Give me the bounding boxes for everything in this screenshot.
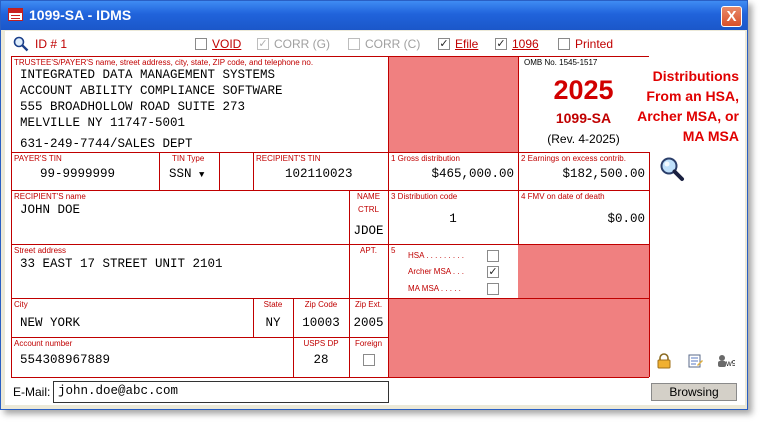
corr-c-checkbox [348, 38, 360, 50]
street-label: Street address [14, 246, 67, 255]
email-input[interactable]: john.doe@abc.com [53, 381, 389, 403]
account-label: Account number [14, 339, 73, 348]
box4-fmv-death[interactable]: $0.00 [518, 212, 645, 226]
box2-earnings-excess[interactable]: $182,500.00 [518, 167, 645, 181]
shaded-area-bottom [388, 298, 649, 377]
efile-label: Efile [455, 37, 479, 51]
form-1096-label: 1096 [512, 37, 539, 51]
close-button[interactable]: X [721, 6, 742, 27]
corr-g-checkbox: ✓ [257, 38, 269, 50]
efile-checkbox[interactable]: ✓ [438, 38, 450, 50]
email-label: E-Mail: [13, 385, 51, 399]
usps-dp-label: USPS DP [303, 339, 339, 348]
city-label: City [14, 300, 28, 309]
name-ctrl[interactable]: JDOE [349, 224, 388, 238]
state[interactable]: NY [253, 316, 293, 330]
side-title: Distributions From an HSA, Archer MSA, o… [609, 66, 739, 146]
side-title-line-4: MA MSA [682, 128, 739, 144]
box2-label: 2 Earnings on excess contrib. [521, 154, 626, 163]
trustee-line-4: MELVILLE NY 11747-5001 [20, 116, 186, 130]
box4-label: 4 FMV on date of death [521, 192, 605, 201]
state-label: State [263, 300, 283, 309]
shaded-area-top [388, 56, 518, 152]
corr-c-label: CORR (C) [365, 37, 421, 51]
box5-label: 5 [391, 246, 396, 255]
zoom-icon[interactable] [659, 156, 685, 182]
ma-msa-label: MA MSA . . . . . [408, 284, 461, 293]
zip-ext[interactable]: 2005 [349, 316, 388, 330]
chevron-down-icon: ▼ [199, 170, 205, 180]
account-number[interactable]: 554308967889 [20, 353, 110, 367]
hsa-checkbox[interactable] [487, 250, 499, 262]
trustee-line-1: INTEGRATED DATA MANAGEMENT SYSTEMS [20, 68, 276, 82]
trustee-line-3: 555 BROADHOLLOW ROAD SUITE 273 [20, 100, 246, 114]
svg-text:w9: w9 [725, 359, 735, 368]
archer-msa-label: Archer MSA . . . [408, 267, 465, 276]
omb-number: OMB No. 1545-1517 [524, 58, 598, 67]
box1-gross-distribution[interactable]: $465,000.00 [388, 167, 514, 181]
notes-icon[interactable] [687, 353, 703, 369]
box3-distribution-code[interactable]: 1 [388, 212, 518, 226]
form-1096-checkbox[interactable]: ✓ [495, 38, 507, 50]
side-title-line-1: Distributions [652, 68, 739, 84]
w9-form-icon[interactable]: w9 [717, 353, 737, 369]
shaded-area-box5 [518, 244, 649, 298]
payer-tin[interactable]: 99-9999999 [40, 167, 115, 181]
form-client-area: ID # 1 VOID ✓ CORR (G) CORR (C) ✓ Efile … [5, 31, 745, 405]
corr-g-label: CORR (G) [274, 37, 330, 51]
name-ctrl-label-2: CTRL [358, 205, 379, 214]
void-checkbox[interactable] [195, 38, 207, 50]
apt-label: APT. [360, 246, 377, 255]
void-label: VOID [212, 37, 242, 51]
window-title: 1099-SA - IDMS [29, 7, 132, 23]
hsa-label: HSA . . . . . . . . . [408, 251, 465, 260]
printed-label: Printed [575, 37, 614, 51]
tin-type-select[interactable]: SSN ▼ [169, 167, 204, 181]
side-title-line-2: From an HSA, [646, 88, 739, 104]
foreign-label: Foreign [354, 339, 383, 348]
foreign-checkbox[interactable] [363, 354, 375, 366]
recipient-tin-label: RECIPIENT'S TIN [256, 154, 321, 163]
app-icon [8, 8, 23, 21]
printed-checkbox[interactable] [558, 38, 570, 50]
search-icon[interactable] [13, 36, 29, 52]
lock-icon[interactable] [656, 353, 672, 369]
recipient-tin[interactable]: 102110023 [285, 167, 353, 181]
name-ctrl-label-1: NAME [356, 192, 381, 201]
record-id: ID # 1 [35, 37, 68, 51]
title-bar[interactable]: 1099-SA - IDMS X [1, 1, 747, 30]
zip-label: Zip Code [304, 300, 338, 309]
zip-ext-label: Zip Ext. [354, 300, 383, 309]
recipient-name[interactable]: JOHN DOE [20, 203, 80, 217]
zip-code[interactable]: 10003 [293, 316, 349, 330]
city[interactable]: NEW YORK [20, 316, 80, 330]
payer-tin-label: PAYER'S TIN [14, 154, 62, 163]
tin-type-value: SSN [169, 167, 192, 181]
app-window: 1099-SA - IDMS X ID # 1 VOID ✓ CORR (G) … [0, 0, 748, 410]
usps-dp[interactable]: 28 [293, 353, 349, 367]
tin-type-label: TIN Type [172, 154, 205, 163]
box3-label: 3 Distribution code [391, 192, 458, 201]
trustee-line-2: ACCOUNT ABILITY COMPLIANCE SOFTWARE [20, 84, 283, 98]
side-title-line-3: Archer MSA, or [637, 108, 739, 124]
archer-msa-checkbox[interactable]: ✓ [487, 266, 499, 278]
trustee-label: TRUSTEE'S/PAYER'S name, street address, … [14, 58, 314, 67]
box1-label: 1 Gross distribution [391, 154, 460, 163]
trustee-phone: 631-249-7744/SALES DEPT [20, 137, 193, 151]
ma-msa-checkbox[interactable] [487, 283, 499, 295]
browsing-button[interactable]: Browsing [651, 383, 737, 401]
street-address[interactable]: 33 EAST 17 STREET UNIT 2101 [20, 257, 223, 271]
recipient-name-label: RECIPIENT'S name [14, 192, 86, 201]
